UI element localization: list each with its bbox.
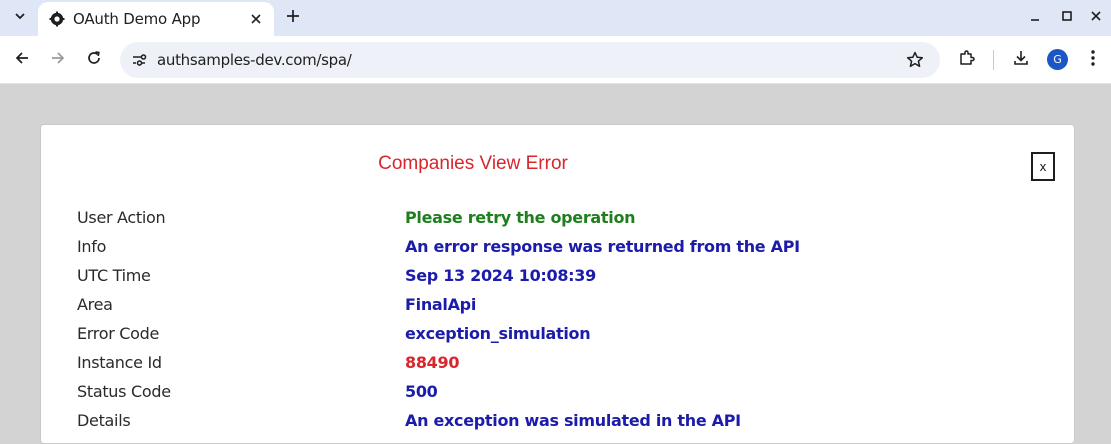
gear-icon bbox=[49, 11, 65, 27]
downloads-button[interactable] bbox=[1009, 48, 1033, 72]
menu-button[interactable] bbox=[1081, 48, 1105, 72]
minimize-button[interactable] bbox=[1026, 9, 1044, 27]
close-error-button[interactable]: x bbox=[1031, 152, 1055, 181]
tab-close-icon[interactable] bbox=[248, 11, 264, 27]
error-row-label: Instance Id bbox=[77, 353, 162, 372]
browser-tab[interactable]: OAuth Demo App bbox=[38, 2, 274, 36]
close-window-button[interactable] bbox=[1087, 9, 1105, 27]
error-row-label: UTC Time bbox=[77, 266, 151, 285]
error-row-value: Please retry the operation bbox=[405, 208, 636, 227]
maximize-button[interactable] bbox=[1058, 9, 1076, 27]
error-row-label: Info bbox=[77, 237, 107, 256]
more-vertical-icon bbox=[1090, 49, 1096, 72]
tab-strip: OAuth Demo App bbox=[0, 0, 1111, 36]
error-row-label: Details bbox=[77, 411, 131, 430]
extensions-button[interactable] bbox=[955, 48, 979, 72]
url-text[interactable]: authsamples-dev.com/spa/ bbox=[157, 51, 352, 69]
error-row-value: An error response was returned from the … bbox=[405, 237, 800, 256]
error-row-label: Status Code bbox=[77, 382, 171, 401]
browser-toolbar: authsamples-dev.com/spa/ G bbox=[0, 36, 1111, 84]
tab-title: OAuth Demo App bbox=[73, 10, 201, 28]
page-content: Companies View Error x User Action Pleas… bbox=[0, 84, 1111, 444]
puzzle-icon bbox=[958, 49, 976, 72]
forward-button[interactable] bbox=[46, 48, 70, 72]
site-info-icon[interactable] bbox=[130, 51, 148, 69]
close-icon bbox=[1090, 9, 1102, 27]
plus-icon bbox=[286, 9, 300, 28]
minimize-icon bbox=[1029, 9, 1041, 27]
new-tab-button[interactable] bbox=[282, 7, 304, 29]
error-row-value: exception_simulation bbox=[405, 324, 591, 343]
error-row-value: 88490 bbox=[405, 353, 460, 372]
error-card: Companies View Error x User Action Pleas… bbox=[40, 124, 1075, 444]
tab-search-button[interactable] bbox=[8, 6, 32, 30]
maximize-icon bbox=[1061, 9, 1073, 27]
bookmark-star-icon[interactable] bbox=[905, 50, 925, 70]
address-bar[interactable]: authsamples-dev.com/spa/ bbox=[120, 42, 940, 78]
back-button[interactable] bbox=[10, 48, 34, 72]
profile-avatar[interactable]: G bbox=[1047, 49, 1068, 70]
error-row-value: 500 bbox=[405, 382, 438, 401]
toolbar-divider bbox=[993, 50, 994, 70]
error-row-label: Error Code bbox=[77, 324, 160, 343]
error-row-value: Sep 13 2024 10:08:39 bbox=[405, 266, 596, 285]
download-icon bbox=[1012, 49, 1030, 72]
arrow-right-icon bbox=[50, 50, 66, 71]
error-row-label: User Action bbox=[77, 208, 166, 227]
reload-icon bbox=[86, 50, 102, 71]
arrow-left-icon bbox=[14, 50, 30, 71]
error-row-label: Area bbox=[77, 295, 113, 314]
chevron-down-icon bbox=[14, 9, 26, 27]
error-title: Companies View Error bbox=[378, 153, 568, 174]
reload-button[interactable] bbox=[82, 48, 106, 72]
error-row-value: FinalApi bbox=[405, 295, 477, 314]
error-row-value: An exception was simulated in the API bbox=[405, 411, 741, 430]
